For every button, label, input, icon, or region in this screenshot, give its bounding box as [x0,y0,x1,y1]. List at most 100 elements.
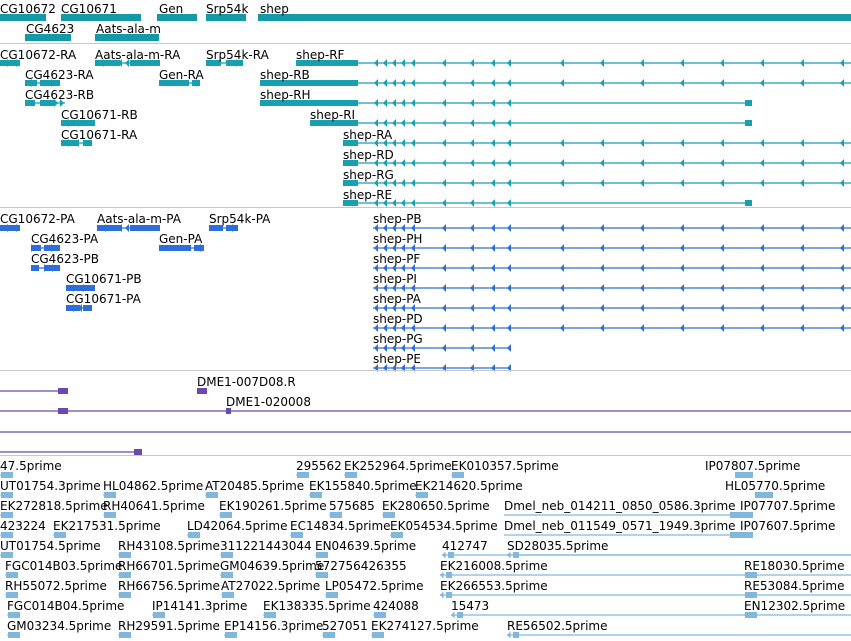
est-label-ip14141-3prime[interactable]: IP14141.3prime [152,599,247,613]
protein-label-cg10671-pa[interactable]: CG10671-PA [66,292,141,306]
gene-label-shep[interactable]: shep [260,2,289,16]
protein-label-shep-pf[interactable]: shep-PF [373,252,420,266]
protein-label-cg4623-pb[interactable]: CG4623-PB [31,252,99,266]
est-label-dmel-neb-014211-0850-0586-3prime[interactable]: Dmel_neb_014211_0850_0586.3prime [504,499,736,513]
est-label-rh29591-5prime[interactable]: RH29591.5prime [118,619,220,633]
est-label-ek266553-5prime[interactable]: EK266553.5prime [440,579,548,593]
protein-label-shep-pg[interactable]: shep-PG [373,332,423,346]
protein-label-shep-pa[interactable]: shep-PA [373,292,421,306]
est-label-423224[interactable]: 423224 [0,519,46,533]
transcript-label-cg10671-ra[interactable]: CG10671-RA [61,128,137,142]
protein-shep-pa-strand-arrow [760,304,764,312]
est-label-at27022-5prime[interactable]: AT27022.5prime [221,579,320,593]
transcript-label-aats-ala-m-ra[interactable]: Aats-ala-m-RA [95,48,180,62]
transcript-label-cg10671-rb[interactable]: CG10671-RB [61,108,138,122]
transcript-label-cg4623-ra[interactable]: CG4623-RA [25,68,94,82]
protein-label-shep-pb[interactable]: shep-PB [373,212,422,226]
est-label-lp05472-5prime[interactable]: LP05472.5prime [325,579,424,593]
est-label-ec14834-5prime[interactable]: EC14834.5prime [290,519,391,533]
est-label-ek054534-5prime[interactable]: EK054534.5prime [390,519,498,533]
transcript-label-shep-rg[interactable]: shep-RG [343,168,394,182]
protein-label-srp54k-pa[interactable]: Srp54k-PA [209,212,270,226]
transcript-shep-ri-strand-arrow [401,119,405,127]
est-label-fgc014b03-5prime[interactable]: FGC014B03.5prime [5,559,122,573]
est-label-ek252964-5prime[interactable]: EK252964.5prime [344,459,452,473]
est-label-re18030-5prime[interactable]: RE18030.5prime [744,559,845,573]
est-label-ek272818-5prime[interactable]: EK272818.5prime [0,499,108,513]
est-label-hl05770-5prime[interactable]: HL05770.5prime [725,479,825,493]
est-label-295562[interactable]: 295562 [296,459,342,473]
est-label-ek274127-5prime[interactable]: EK274127.5prime [371,619,479,633]
protein-label-shep-pi[interactable]: shep-PI [373,272,417,286]
transcript-label-cg4623-rb[interactable]: CG4623-RB [25,88,94,102]
gene-label-cg10672[interactable]: CG10672 [0,2,56,16]
gene-label-aats-ala-m[interactable]: Aats-ala-m [96,22,161,36]
est-label-hl04862-5prime[interactable]: HL04862.5prime [103,479,203,493]
transcript-label-shep-ri[interactable]: shep-RI [310,108,355,122]
protein-label-gen-pa[interactable]: Gen-PA [159,232,202,246]
est-label-en12302-5prime[interactable]: EN12302.5prime [744,599,845,613]
transcript-shep-re-strand-arrow [401,199,405,207]
est-label-ek280650-5prime[interactable]: EK280650.5prime [382,499,490,513]
est-label-ip07607-5prime[interactable]: IP07607.5prime [740,519,835,533]
est-label-ek010357-5prime[interactable]: EK010357.5prime [451,459,559,473]
transcript-label-srp54k-ra[interactable]: Srp54k-RA [206,48,269,62]
transcript-label-shep-rb[interactable]: shep-RB [260,68,310,82]
est-label-re53084-5prime[interactable]: RE53084.5prime [744,579,845,593]
est-label-rh66756-5prime[interactable]: RH66756.5prime [118,579,220,593]
protein-shep-pg-strand-arrow [491,344,495,352]
est-label-gm03234-5prime[interactable]: GM03234.5prime [7,619,111,633]
transcript-label-shep-rd[interactable]: shep-RD [343,148,394,162]
est-label-15473[interactable]: 15473 [451,599,489,613]
est-label-rh66701-5prime[interactable]: RH66701.5prime [118,559,220,573]
transcript-label-shep-rf[interactable]: shep-RF [296,48,344,62]
est-label-en04639-5prime[interactable]: EN04639.5prime [315,539,416,553]
transcript-label-shep-ra[interactable]: shep-RA [343,128,392,142]
est-label-ek155840-5prime[interactable]: EK155840.5prime [309,479,417,493]
est-label-ip07707-5prime[interactable]: IP07707.5prime [740,499,835,513]
gene-label-srp54k[interactable]: Srp54k [206,2,248,16]
est-label-re56502-5prime[interactable]: RE56502.5prime [507,619,608,633]
est-label-412747[interactable]: 412747 [442,539,488,553]
est-label-575685[interactable]: 575685 [329,499,375,513]
est-label-dmel-neb-011549-0571-1949-3prime[interactable]: Dmel_neb_011549_0571_1949.3prime [504,519,736,533]
gene-label-gen[interactable]: Gen [159,2,183,16]
protein-label-aats-ala-m-pa[interactable]: Aats-ala-m-PA [97,212,181,226]
est-label-at20485-5prime[interactable]: AT20485.5prime [205,479,304,493]
est-label-ut01754-3prime[interactable]: UT01754.3prime [0,479,101,493]
est-label-gm04639-5prime[interactable]: GM04639.5prime [220,559,324,573]
est-label-sd28035-5prime[interactable]: SD28035.5prime [507,539,608,553]
est-label-ep14156-3prime[interactable]: EP14156.3prime [224,619,323,633]
est-label-572756426355[interactable]: 572756426355 [315,559,407,573]
est-label-fgc014b04-5prime[interactable]: FGC014B04.5prime [7,599,124,613]
est-label-ld42064-5prime[interactable]: LD42064.5prime [187,519,288,533]
est-label-424088[interactable]: 424088 [373,599,419,613]
est-label-311221443044[interactable]: 311221443044 [220,539,312,553]
protein-label-shep-pd[interactable]: shep-PD [373,312,423,326]
est-label-47-5prime[interactable]: 47.5prime [0,459,62,473]
est-label-rh43108-5prime[interactable]: RH43108.5prime [118,539,220,553]
protein-label-shep-pe[interactable]: shep-PE [373,352,421,366]
clone-label-dme1-007d08-r[interactable]: DME1-007D08.R [197,375,296,389]
transcript-label-shep-re[interactable]: shep-RE [343,188,392,202]
gene-label-cg10671[interactable]: CG10671 [61,2,117,16]
transcript-label-shep-rh[interactable]: shep-RH [260,88,311,102]
protein-label-cg10672-pa[interactable]: CG10672-PA [0,212,75,226]
est-label-527051[interactable]: 527051 [322,619,368,633]
est-label-ek214620-5prime[interactable]: EK214620.5prime [415,479,523,493]
gene-label-cg4623[interactable]: CG4623 [26,22,74,36]
protein-label-cg10671-pb[interactable]: CG10671-PB [66,272,142,286]
est-label-rh55072-5prime[interactable]: RH55072.5prime [5,579,107,593]
est-label-rh40641-5prime[interactable]: RH40641.5prime [103,499,205,513]
est-label-ip07807-5prime[interactable]: IP07807.5prime [705,459,800,473]
est-label-ek217531-5prime[interactable]: EK217531.5prime [53,519,161,533]
clone-label-dme1-020008[interactable]: DME1-020008 [226,395,311,409]
est-label-ek138335-5prime[interactable]: EK138335.5prime [263,599,371,613]
protein-label-cg4623-pa[interactable]: CG4623-PA [31,232,98,246]
est-label-ut01754-5prime[interactable]: UT01754.5prime [0,539,101,553]
est-label-ek190261-5prime[interactable]: EK190261.5prime [219,499,327,513]
transcript-label-gen-ra[interactable]: Gen-RA [159,68,204,82]
protein-label-shep-ph[interactable]: shep-PH [373,232,422,246]
transcript-label-cg10672-ra[interactable]: CG10672-RA [0,48,76,62]
est-label-ek216008-5prime[interactable]: EK216008.5prime [440,559,548,573]
